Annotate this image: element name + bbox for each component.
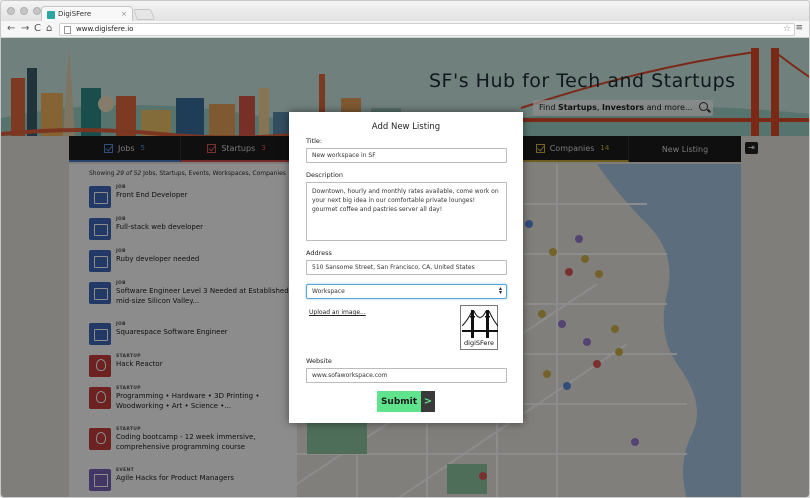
logo-text: digiSFere [464,339,494,347]
upload-image-link[interactable]: Upload an image... [309,309,366,316]
browser-toolbar: ← → C ⌂ www.digisfere.io ☆ ≡ [1,21,809,38]
listing-type-value: Workspace [312,288,345,295]
close-window-button[interactable] [7,7,15,15]
tab-close-icon[interactable]: × [121,10,127,18]
reload-icon[interactable]: C [34,23,41,35]
bookmark-star-icon[interactable]: ☆ [783,24,791,34]
select-arrows-icon: ▴ ▾ [498,285,502,296]
arrow-right-icon: > [421,391,435,412]
address-label: Address [306,249,332,257]
address-bar[interactable]: www.digisfere.io ☆ [59,23,795,36]
description-textarea[interactable]: Downtown, hourly and monthly rates avail… [306,182,507,241]
listing-type-select[interactable]: Workspace ▴ ▾ [306,284,507,299]
title-input[interactable]: New workspace in SF [306,148,507,163]
url-text: www.digisfere.io [76,25,134,33]
title-bar: DigiSFere × [1,1,809,22]
modal-title: Add New Listing [371,122,441,132]
page-content: SF's Hub for Tech and Startups Find Star… [1,38,809,497]
maximize-window-button[interactable] [33,7,41,15]
browser-window: DigiSFere × ← → C ⌂ www.digisfere.io ☆ ≡ [0,0,810,498]
favicon-icon [47,11,55,19]
add-listing-modal: Add New Listing Title: New workspace in … [289,112,523,423]
address-input[interactable]: 510 Sansome Street, San Francisco, CA, U… [306,260,507,275]
minimize-window-button[interactable] [20,7,28,15]
back-icon[interactable]: ← [7,23,15,35]
description-label: Description [306,171,344,179]
submit-label: Submit [377,391,421,412]
golden-gate-bridge-icon [462,310,498,338]
browser-tab[interactable]: DigiSFere × [41,6,133,22]
submit-button[interactable]: Submit > [377,391,435,412]
forward-icon[interactable]: → [21,23,29,35]
window-controls [7,7,41,15]
page-icon [64,26,71,34]
browser-menu-icon[interactable]: ≡ [795,23,803,33]
tab-title: DigiSFere [58,10,92,18]
image-preview: digiSFere [460,305,498,350]
new-tab-button[interactable] [132,9,156,20]
title-label: Title: [306,137,323,145]
home-icon[interactable]: ⌂ [46,23,52,35]
website-input[interactable]: www.sofaworkspace.com [306,368,507,383]
website-label: Website [306,357,332,365]
